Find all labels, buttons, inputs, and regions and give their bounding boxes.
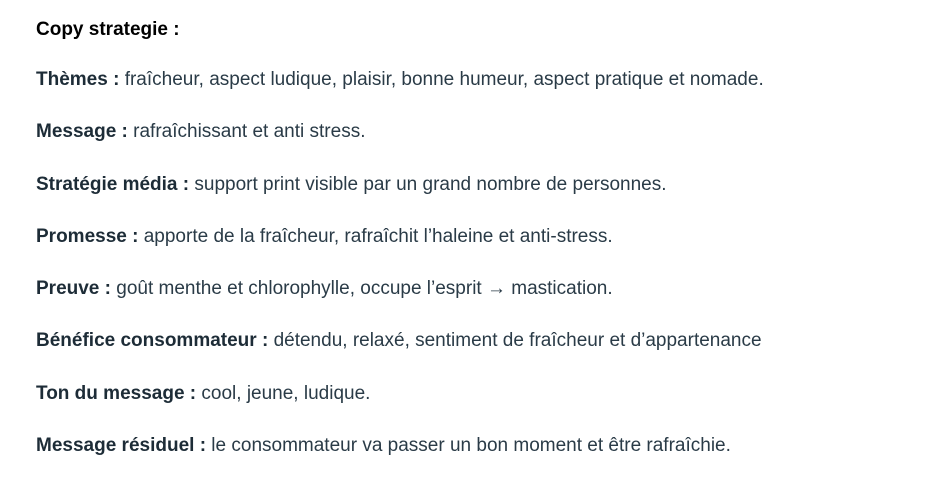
item-label: Stratégie média :	[36, 173, 190, 195]
item-label: Bénéfice consommateur :	[36, 330, 269, 352]
item-label: Message :	[36, 121, 128, 143]
item-promesse: Promesse : apporte de la fraîcheur, rafr…	[36, 224, 939, 250]
item-text: fraîcheur, aspect ludique, plaisir, bonn…	[119, 69, 764, 90]
item-strategie-media: Stratégie média : support print visible …	[36, 172, 939, 198]
item-label: Message résiduel :	[36, 435, 207, 457]
item-label: Ton du message :	[36, 382, 197, 404]
item-text: cool, jeune, ludique.	[196, 382, 371, 404]
item-text: détendu, relaxé, sentiment de fraîcheur …	[268, 330, 762, 352]
item-message-residuel: Message résiduel : le consommateur va pa…	[36, 433, 939, 459]
item-message: Message : rafraîchissant et anti stress.	[36, 119, 939, 145]
item-preuve: Preuve : goût menthe et chlorophylle, oc…	[36, 276, 939, 302]
document-heading: Copy strategie :	[36, 19, 180, 40]
item-text: le consommateur va passer un bon moment …	[206, 435, 731, 457]
item-text: rafraîchissant et anti stress.	[127, 121, 366, 143]
item-text: apporte de la fraîcheur, rafraîchit l’ha…	[138, 225, 613, 247]
item-ton-du-message: Ton du message : cool, jeune, ludique.	[36, 381, 939, 407]
item-label: Promesse :	[36, 225, 139, 247]
item-text: support print visible par un grand nombr…	[189, 173, 667, 195]
item-text: goût menthe et chlorophylle, occupe l’es…	[110, 278, 613, 300]
item-themes: Thèmes : fraîcheur, aspect ludique, plai…	[36, 67, 939, 93]
item-benefice-consommateur: Bénéfice consommateur : détendu, relaxé,…	[36, 328, 939, 354]
item-label: Thèmes :	[36, 69, 120, 90]
copy-strategy-document: Copy strategie : Thèmes : fraîcheur, asp…	[36, 15, 939, 485]
item-label: Preuve :	[36, 278, 111, 300]
